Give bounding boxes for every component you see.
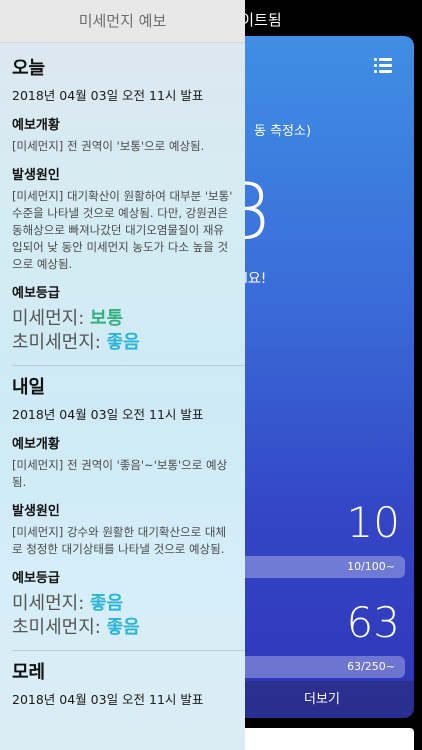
forecast-today: 오늘 2018년 04월 03일 오전 11시 발표 예보개황 [미세먼지] 전… bbox=[0, 43, 245, 355]
forecast-day-after: 모레 2018년 04월 03일 오전 11시 발표 bbox=[0, 651, 245, 709]
pm25-grade: 좋음 bbox=[106, 332, 140, 353]
section-title: 내일 bbox=[12, 377, 46, 398]
overview-text: [미세먼지] 전 권역이 '좋음'~'보통'으로 예상됨. bbox=[12, 458, 228, 489]
status-message: l요! bbox=[244, 271, 267, 287]
pm10-label: 미세먼지: bbox=[12, 593, 85, 614]
cause-text: [미세먼지] 강수와 원활한 대기확산으로 대체로 청정한 대기상태를 나타낼 … bbox=[12, 525, 227, 556]
pm10-grade: 좋음 bbox=[90, 593, 124, 614]
pm10-value: 10 bbox=[346, 498, 400, 547]
announce-date: 2018년 04월 03일 오전 11시 발표 bbox=[12, 88, 204, 103]
overview-label: 예보개황 bbox=[12, 118, 60, 133]
forecast-tomorrow: 내일 2018년 04월 03일 오전 11시 발표 예보개황 [미세먼지] 전… bbox=[0, 366, 245, 640]
pm25-grade: 좋음 bbox=[106, 617, 140, 638]
announce-date: 2018년 04월 03일 오전 11시 발표 bbox=[12, 692, 204, 707]
pm25-value: 63 bbox=[346, 598, 400, 647]
pm10-grade-line: 미세먼지: 좋음 bbox=[12, 592, 233, 616]
overview-text: [미세먼지] 전 권역이 '보통'으로 예상됨. bbox=[12, 139, 205, 153]
pm10-grade: 보통 bbox=[90, 308, 124, 329]
pm25-label: 초미세먼지: bbox=[12, 617, 101, 638]
pm10-label: 미세먼지: bbox=[12, 308, 85, 329]
bottom-panel bbox=[242, 728, 414, 750]
section-title: 모레 bbox=[12, 662, 46, 683]
announce-date: 2018년 04월 03일 오전 11시 발표 bbox=[12, 407, 204, 422]
overview-label: 예보개황 bbox=[12, 437, 60, 452]
pm25-grade-line: 초미세먼지: 좋음 bbox=[12, 331, 233, 355]
cause-label: 발생원인 bbox=[12, 504, 60, 519]
air-quality-card: 동 측정소) 3 l요! 10 10/100~ 63 63/250~ 더보기 bbox=[230, 36, 414, 718]
cause-label: 발생원인 bbox=[12, 168, 60, 183]
pm10-bar: 10/100~ bbox=[240, 556, 405, 578]
pm25-label: 초미세먼지: bbox=[12, 332, 101, 353]
drawer-title: 미세먼지 예보 bbox=[0, 0, 245, 43]
forecast-drawer[interactable]: 미세먼지 예보 오늘 2018년 04월 03일 오전 11시 발표 예보개황 … bbox=[0, 0, 245, 750]
station-name: 동 측정소) bbox=[254, 124, 312, 139]
pm10-grade-line: 미세먼지: 보통 bbox=[12, 307, 233, 331]
grade-label: 예보등급 bbox=[12, 571, 60, 586]
pm25-grade-line: 초미세먼지: 좋음 bbox=[12, 616, 233, 640]
pm25-bar: 63/250~ bbox=[240, 656, 405, 678]
more-button[interactable]: 더보기 bbox=[230, 681, 414, 718]
cause-text: [미세먼지] 대기확산이 원활하여 대부분 '보통' 수준을 나타낼 것으로 예… bbox=[12, 189, 233, 271]
list-menu-icon[interactable] bbox=[374, 58, 392, 73]
section-title: 오늘 bbox=[12, 58, 46, 79]
grade-label: 예보등급 bbox=[12, 286, 60, 301]
